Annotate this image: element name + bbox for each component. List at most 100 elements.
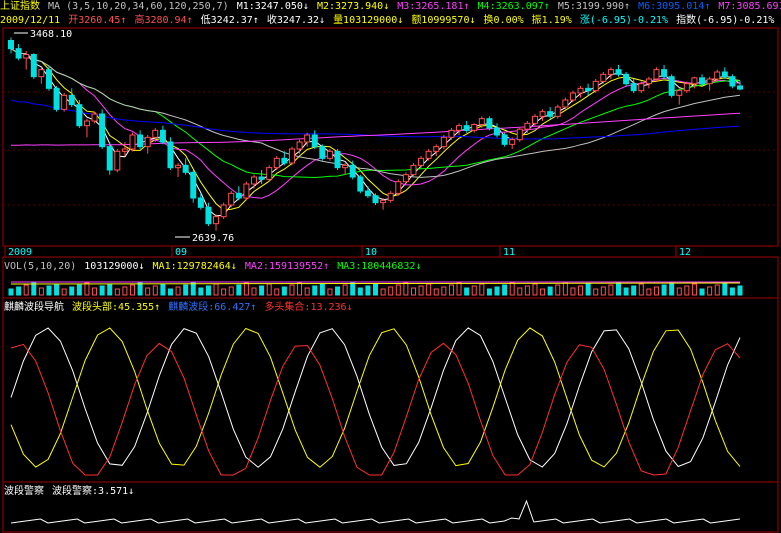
candle-body — [45, 69, 52, 89]
volume-bar — [23, 284, 29, 296]
candle-body — [8, 40, 14, 50]
volume-bar — [593, 288, 599, 296]
volume-bar — [327, 288, 333, 296]
volume-bar — [357, 287, 363, 296]
quote-change: 涨(-6.95)-0.21% — [579, 15, 669, 26]
ma-params: MA (3,5,10,20,34,60,120,250,7) — [48, 1, 229, 12]
volume-bar — [373, 283, 378, 296]
candle-body — [53, 87, 60, 110]
candle-body — [129, 134, 136, 150]
nav-bull: 多头集合:13.236↓ — [264, 302, 353, 313]
volume-bar — [145, 287, 151, 296]
ma-m1: M1:3247.050↓ — [236, 1, 309, 12]
police-line — [10, 499, 741, 524]
quote-index: 指数(-6.95)-0.21% — [676, 15, 775, 26]
volume-bar — [631, 285, 637, 296]
candle-body — [266, 167, 273, 180]
candle-body — [478, 118, 485, 125]
volume-bar — [342, 284, 348, 296]
price-panel-border — [2, 27, 779, 247]
volume-bar — [221, 288, 227, 296]
ma-line-20 — [10, 48, 741, 179]
police-header: 波段警察 波段警察:3.571↓ — [4, 485, 781, 499]
nav-band: 麒麟波段:66.427↑ — [168, 302, 257, 313]
vol-header: VOL(5,10,20) 103129000↓ MA1:129782464↓ M… — [4, 260, 781, 274]
nav-header: 麒麟波段导航 波段头部:45.355↑ 麒麟波段:66.427↑ 多头集合:13… — [4, 301, 781, 315]
candle-body — [592, 80, 599, 92]
candle-body — [577, 87, 584, 94]
candle-body — [448, 129, 455, 138]
volume-bar — [54, 283, 60, 296]
candle-body — [326, 150, 333, 159]
volume-bar — [722, 282, 728, 296]
volume-bar — [418, 285, 424, 296]
candle-body — [706, 78, 713, 85]
volume-bar — [114, 288, 120, 296]
ma-m6: M6:3095.014↑ — [638, 1, 711, 12]
candle-body — [440, 136, 447, 148]
volume-bar — [517, 287, 523, 296]
candle-body — [182, 164, 189, 173]
candle-body — [547, 111, 554, 117]
volume-bar — [661, 284, 667, 296]
ma-m3: M3:3265.181↑ — [397, 1, 470, 12]
quote-header: 2009/12/11 开3260.45↑ 高3280.94↑ 低3242.37↑… — [0, 14, 781, 28]
candle-body — [638, 83, 645, 92]
candle-body — [699, 77, 706, 85]
volume-bar — [403, 282, 409, 296]
volume-bar — [69, 286, 75, 296]
volume-bar — [464, 287, 470, 296]
candle-body — [524, 122, 531, 130]
candle-body — [23, 54, 30, 59]
volume-bar — [107, 283, 113, 296]
candle-body — [288, 148, 295, 164]
candle-body — [531, 115, 538, 124]
volume-bar — [638, 283, 644, 296]
candle-body — [137, 134, 144, 148]
volume-bar — [281, 286, 287, 296]
police-value: 波段警察:3.571↓ — [52, 486, 135, 497]
volume-bar — [714, 284, 720, 296]
volume-bar — [274, 288, 280, 296]
volume-bar — [99, 285, 105, 296]
volume-bar — [297, 282, 303, 296]
candle-body — [296, 141, 303, 150]
volume-bar — [585, 283, 591, 296]
volume-bar — [547, 286, 553, 296]
volume-bar — [562, 282, 568, 296]
volume-bar — [137, 282, 143, 296]
volume-bar — [312, 285, 318, 296]
volume-bar — [198, 287, 204, 296]
candle-body — [721, 71, 728, 78]
x-axis: 2009 09 10 11 12 — [4, 246, 691, 258]
candle-body — [342, 164, 349, 169]
volume-bar — [502, 284, 508, 296]
x-axis-label: 10 — [365, 247, 377, 258]
police-name: 波段警察 — [4, 486, 44, 497]
quote-amplitude: 振1.19% — [531, 15, 572, 26]
candle-body — [175, 164, 182, 169]
volume-bar — [729, 287, 735, 296]
vol-value: 103129000↓ — [84, 261, 145, 272]
vol-ma2: MA2:159139552↑ — [244, 261, 330, 272]
ma-m4: M4:3263.097↑ — [477, 1, 550, 12]
candle-body — [273, 157, 280, 169]
candle-body — [99, 113, 106, 148]
volume-bar — [608, 284, 614, 296]
candle-body — [311, 134, 318, 148]
volume-bar — [31, 282, 37, 296]
candle-body — [486, 118, 493, 129]
price-grid — [3, 91, 778, 206]
volume-bar — [92, 287, 98, 296]
ma-line-120 — [11, 112, 741, 146]
volume-bar — [266, 283, 272, 296]
volume-bar — [380, 288, 386, 296]
volume-bar — [524, 285, 530, 296]
nav-peak: 波段头部:45.355↑ — [72, 302, 161, 313]
candle-body — [471, 124, 478, 131]
candle-body — [281, 157, 288, 164]
candle-body — [418, 157, 425, 166]
volume-bar — [600, 286, 606, 296]
candle-body — [38, 69, 45, 78]
low-price-label: 2639.76 — [192, 233, 234, 244]
